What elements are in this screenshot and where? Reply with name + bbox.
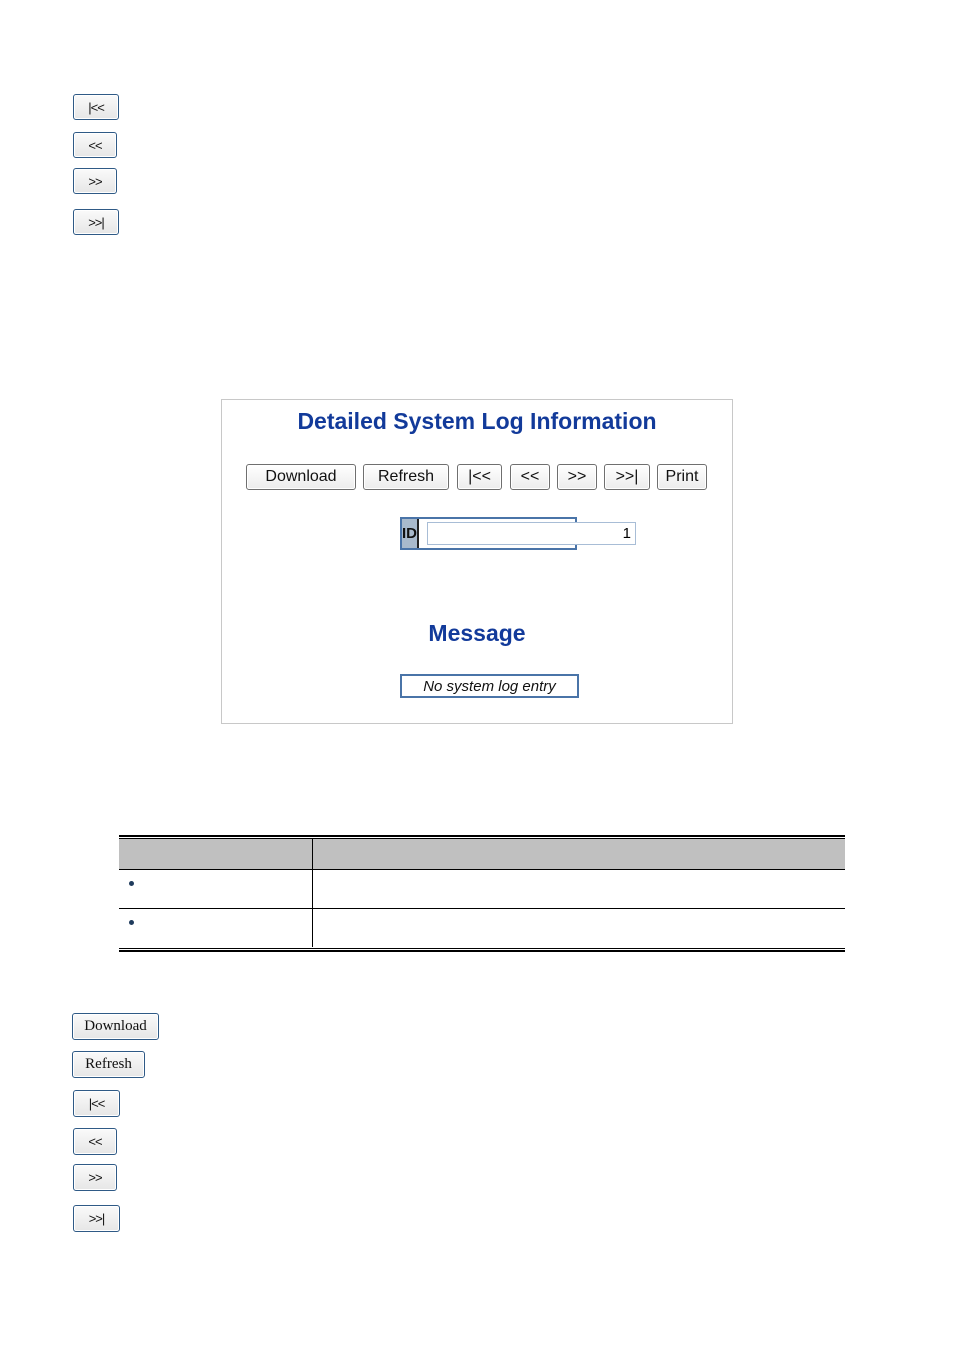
download-button[interactable]: Download	[72, 1013, 159, 1040]
message-heading: Message	[428, 620, 526, 646]
first-page-button[interactable]: |<<	[73, 94, 119, 120]
refresh-button[interactable]: Refresh	[363, 464, 449, 490]
header-description	[313, 839, 845, 869]
row-object	[119, 870, 313, 908]
previous-page-button[interactable]: <<	[73, 1128, 117, 1155]
table-header	[119, 839, 845, 870]
row-description	[313, 870, 845, 908]
download-button[interactable]: Download	[246, 464, 356, 490]
id-label: ID	[402, 519, 419, 548]
row-description	[313, 909, 845, 947]
bullet-icon	[129, 920, 134, 925]
message-text: No system log entry	[400, 674, 579, 698]
bullet-icon	[129, 881, 134, 886]
next-page-button[interactable]: >>	[557, 464, 597, 490]
refresh-button[interactable]: Refresh	[72, 1051, 145, 1078]
next-page-button[interactable]: >>	[73, 168, 117, 194]
id-input[interactable]	[427, 522, 636, 545]
last-page-button[interactable]: >>|	[604, 464, 650, 490]
last-page-button[interactable]: >>|	[73, 1205, 120, 1232]
first-page-button[interactable]: |<<	[73, 1090, 120, 1117]
table-row	[119, 909, 845, 947]
previous-page-button[interactable]: <<	[510, 464, 550, 490]
print-button[interactable]: Print	[657, 464, 707, 490]
row-object	[119, 909, 313, 947]
header-object	[119, 839, 313, 869]
first-page-button[interactable]: |<<	[457, 464, 502, 490]
next-page-button[interactable]: >>	[73, 1164, 117, 1191]
page-title: Detailed System Log Information	[297, 408, 657, 434]
description-table	[119, 835, 845, 952]
last-page-button[interactable]: >>|	[73, 209, 119, 235]
previous-page-button[interactable]: <<	[73, 132, 117, 158]
table-bottom-border	[119, 948, 845, 952]
table-row	[119, 870, 845, 909]
id-field-group: ID	[400, 517, 636, 550]
